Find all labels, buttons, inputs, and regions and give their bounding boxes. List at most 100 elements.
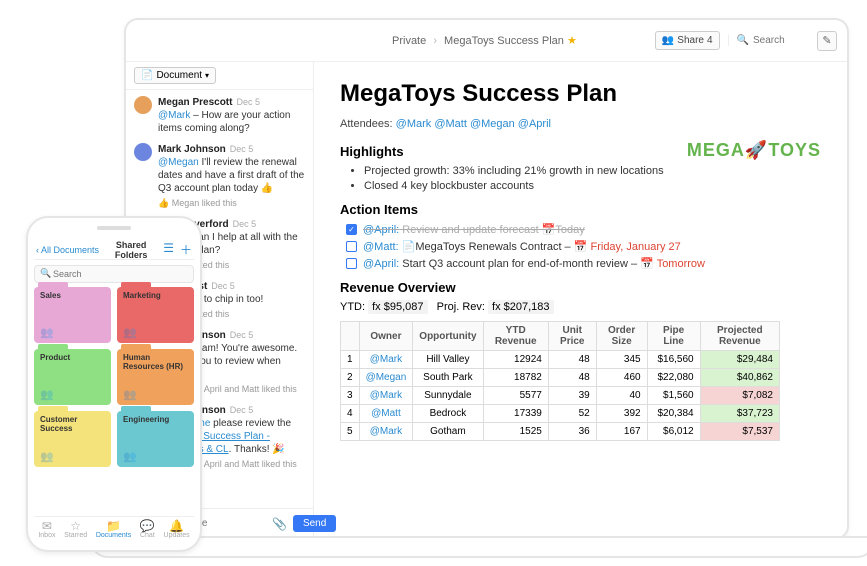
table-row[interactable]: 5@MarkGotham152536167$6,012$7,537 bbox=[341, 423, 780, 441]
col-header[interactable]: Pipe Line bbox=[647, 322, 700, 351]
laptop-window: Private › MegaToys Success Plan ★ 👥 Shar… bbox=[124, 18, 849, 540]
proj-rev-chip: fx $207,183 bbox=[488, 300, 554, 314]
revenue-summary: YTD: fx $95,087 Proj. Rev: fx $207,183 bbox=[340, 301, 821, 313]
people-icon: 👥 bbox=[123, 450, 137, 463]
documents-icon: 📁 bbox=[96, 522, 131, 531]
search-icon: 🔍 bbox=[40, 268, 51, 279]
mention[interactable]: @Mark bbox=[158, 110, 190, 121]
owner-cell[interactable]: @Mark bbox=[359, 423, 413, 441]
due-flag: 📅 Friday, January 27 bbox=[574, 241, 681, 253]
table-row[interactable]: 1@MarkHill Valley1292448345$16,560$29,48… bbox=[341, 351, 780, 369]
search-input[interactable] bbox=[753, 35, 809, 46]
msg-text: @Mark – How are your action items coming… bbox=[158, 109, 305, 135]
checkbox[interactable] bbox=[346, 258, 357, 269]
folder-f-sales[interactable]: Sales👥 bbox=[34, 287, 111, 343]
breadcrumb-root[interactable]: Private bbox=[392, 35, 426, 47]
revenue-table: OwnerOpportunityYTD RevenueUnit PriceOrd… bbox=[340, 321, 780, 441]
table-row[interactable]: 3@MarkSunnydale55773940$1,560$7,082 bbox=[341, 387, 780, 405]
projected-cell: $40,862 bbox=[700, 369, 779, 387]
people-icon: 👥 bbox=[123, 388, 137, 401]
owner-cell[interactable]: @Mark bbox=[359, 387, 413, 405]
updates-icon: 🔔 bbox=[164, 522, 190, 531]
checkbox[interactable] bbox=[346, 241, 357, 252]
list-toggle-icon[interactable]: ☰ bbox=[163, 241, 174, 258]
owner-cell[interactable]: @Mark bbox=[359, 351, 413, 369]
add-icon[interactable]: ＋ bbox=[180, 241, 192, 258]
due-flag: 📅 Tomorrow bbox=[640, 258, 705, 270]
mention[interactable]: @Megan bbox=[158, 157, 199, 168]
breadcrumb[interactable]: Private › MegaToys Success Plan ★ bbox=[314, 34, 655, 47]
action-item[interactable]: @April: Start Q3 account plan for end-of… bbox=[346, 257, 821, 270]
projected-cell: $29,484 bbox=[700, 351, 779, 369]
phone-tab-documents[interactable]: 📁Documents bbox=[96, 522, 131, 540]
checkbox[interactable]: ✓ bbox=[346, 224, 357, 235]
action-item[interactable]: ✓@April: Review and update forecast 📅Tod… bbox=[346, 223, 821, 236]
highlight-item: Closed 4 key blockbuster accounts bbox=[364, 180, 821, 192]
owner-cell[interactable]: @Megan bbox=[359, 369, 413, 387]
phone-title: Shared Folders bbox=[99, 240, 163, 260]
phone-nav: ‹ All Documents Shared Folders ☰ ＋ bbox=[34, 240, 194, 260]
phone-tab-updates[interactable]: 🔔Updates bbox=[164, 522, 190, 540]
people-icon: 👥 bbox=[123, 326, 137, 339]
action-item[interactable]: @Matt: 📄MegaToys Renewals Contract – 📅 F… bbox=[346, 240, 821, 253]
people-icon: 👥 bbox=[40, 450, 54, 463]
col-header[interactable]: Order Size bbox=[596, 322, 647, 351]
col-header[interactable]: YTD Revenue bbox=[483, 322, 548, 351]
phone-tab-starred[interactable]: ☆Starred bbox=[64, 522, 87, 540]
folder-f-prod[interactable]: Product👥 bbox=[34, 349, 111, 405]
starred-icon: ☆ bbox=[64, 522, 87, 531]
highlights-list: Projected growth: 33% including 21% grow… bbox=[340, 165, 821, 192]
msg-text: @Megan I'll review the renewal dates and… bbox=[158, 156, 305, 195]
action-items-list: ✓@April: Review and update forecast 📅Tod… bbox=[340, 223, 821, 270]
col-header[interactable] bbox=[341, 322, 360, 351]
folder-f-cs[interactable]: Customer Success👥 bbox=[34, 411, 111, 467]
breadcrumb-doc[interactable]: MegaToys Success Plan bbox=[444, 35, 564, 47]
projected-cell: $7,082 bbox=[700, 387, 779, 405]
folder-f-hr[interactable]: Human Resources (HR)👥 bbox=[117, 349, 194, 405]
avatar[interactable] bbox=[134, 143, 152, 161]
mention[interactable]: @Matt: bbox=[363, 241, 399, 253]
folder-f-eng[interactable]: Engineering👥 bbox=[117, 411, 194, 467]
chevron-right-icon: › bbox=[429, 35, 441, 47]
header-search[interactable]: 🔍 bbox=[728, 35, 809, 46]
back-button[interactable]: ‹ All Documents bbox=[34, 245, 99, 255]
col-header[interactable]: Projected Revenue bbox=[700, 322, 779, 351]
avatar[interactable] bbox=[134, 96, 152, 114]
msg-author: Mark Johnson bbox=[158, 143, 226, 156]
table-row[interactable]: 4@MattBedrock1733952392$20,384$37,723 bbox=[341, 405, 780, 423]
heading-action-items: Action Items bbox=[340, 202, 821, 217]
star-icon[interactable]: ★ bbox=[567, 35, 577, 47]
phone-search[interactable]: 🔍 bbox=[34, 264, 194, 283]
phone-search-input[interactable] bbox=[34, 265, 194, 283]
msg-date: Dec 5 bbox=[230, 329, 254, 342]
document-dropdown[interactable]: 📄 Document ▾ bbox=[134, 67, 216, 84]
col-header[interactable]: Unit Price bbox=[548, 322, 596, 351]
msg-date: Dec 5 bbox=[230, 143, 254, 156]
document-page[interactable]: MegaToys Success Plan Attendees: @Mark @… bbox=[314, 62, 847, 538]
chat-message[interactable]: Mark Johnson Dec 5@Megan I'll review the … bbox=[134, 143, 305, 210]
reaction-row[interactable]: 👍 Megan liked this bbox=[158, 197, 305, 210]
owner-cell[interactable]: @Matt bbox=[359, 405, 413, 423]
share-button[interactable]: 👥 Share 4 bbox=[655, 31, 720, 50]
heading-revenue: Revenue Overview bbox=[340, 280, 821, 295]
phone-tab-inbox[interactable]: ✉Inbox bbox=[38, 522, 55, 540]
compose-button[interactable]: ✎ bbox=[817, 31, 837, 51]
folder-grid: Sales👥Marketing👥Product👥Human Resources … bbox=[34, 287, 194, 512]
msg-date: Dec 5 bbox=[230, 404, 254, 417]
compose-icon: ✎ bbox=[822, 34, 831, 47]
attendees-mentions[interactable]: @Mark @Matt @Megan @April bbox=[396, 118, 551, 130]
chat-message[interactable]: Megan PrescottDec 5@Mark – How are your … bbox=[134, 96, 305, 135]
doc-header: Private › MegaToys Success Plan ★ 👥 Shar… bbox=[126, 20, 847, 62]
search-icon: 🔍 bbox=[737, 35, 749, 46]
col-header[interactable]: Owner bbox=[359, 322, 413, 351]
chevron-down-icon: ▾ bbox=[205, 71, 209, 80]
mention[interactable]: @April: bbox=[363, 224, 399, 236]
highlight-item: Projected growth: 33% including 21% grow… bbox=[364, 165, 821, 177]
folder-f-mkt[interactable]: Marketing👥 bbox=[117, 287, 194, 343]
table-row[interactable]: 2@MeganSouth Park1878248460$22,080$40,86… bbox=[341, 369, 780, 387]
mention[interactable]: @April: bbox=[363, 258, 399, 270]
phone-speaker bbox=[97, 226, 131, 230]
attach-icon[interactable]: 📎 bbox=[272, 517, 287, 531]
col-header[interactable]: Opportunity bbox=[413, 322, 483, 351]
phone-tab-chat[interactable]: 💬Chat bbox=[140, 522, 155, 540]
